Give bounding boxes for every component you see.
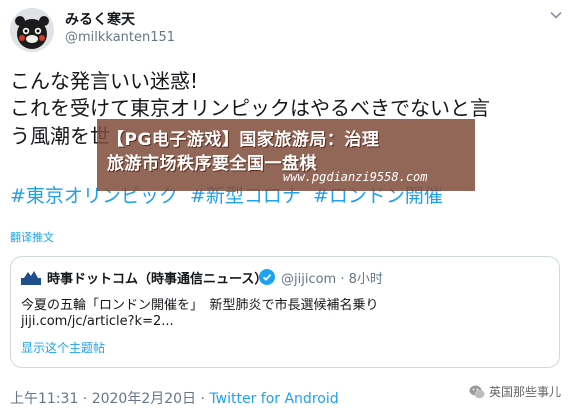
source-link[interactable]: Twitter for Android [209,391,338,407]
overlay-url: www.pgdianzi9558.com [283,170,428,184]
wechat-icon [469,385,485,398]
overlay-title: 【PG电子游戏】国家旅游局：治理 [107,130,380,150]
jiji-logo-icon [21,271,41,285]
show-thread-link[interactable]: 显示这个主题帖 [21,339,105,356]
display-name[interactable]: みるく寒天 [65,9,135,29]
bottom-watermark: 英国那些事儿 [469,383,561,400]
quoted-author-name: 時事ドットコム（時事通信ニュース） [47,272,268,287]
translate-tweet-link[interactable]: 翻译推文 [10,229,54,245]
watermark-text: 英国那些事儿 [488,385,561,399]
chevron-down-icon[interactable] [549,8,563,22]
timestamp[interactable]: 上午11:31 · 2020年2月20日 · [10,391,209,407]
quoted-tweet-card[interactable]: 時事ドットコム（時事通信ニュース） @jijicom · 8小时 今夏の五輪「ロ… [10,256,560,368]
quoted-handle-time: @jijicom · 8小时 [281,272,383,287]
avatar[interactable] [10,8,54,52]
tweet-text-line: う風潮を世 [10,124,110,148]
tweet-meta: 上午11:31 · 2020年2月20日 · Twitter for Andro… [10,388,339,408]
user-handle[interactable]: @milkkanten151 [65,30,175,45]
quoted-link-text[interactable]: jiji.com/jc/article?k=2... [21,314,174,329]
tweet-text-line: これを受けて東京オリンピックはやるべきでないと言 [10,96,490,120]
avatar-kumamon-icon [10,8,54,52]
ad-overlay-banner: 【PG电子游戏】国家旅游局：治理 旅游市场秩序要全国一盘棋 www.pgdian… [97,119,475,191]
tweet-text-line: こんな発言いい迷惑! [10,69,199,93]
quoted-text: 今夏の五輪「ロンドン開催を」 新型肺炎で市長選候補名乗り [21,298,379,313]
verified-badge-icon [259,269,275,285]
